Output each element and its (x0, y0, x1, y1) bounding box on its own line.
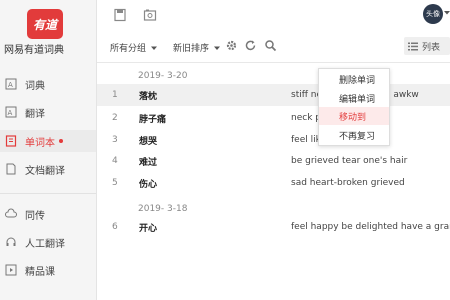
svg-text:A: A (8, 109, 13, 117)
headset-icon (6, 237, 16, 246)
app-logo: 有道 (27, 9, 63, 39)
table-row[interactable]: 4 难过 be grieved tear one's hair (97, 150, 450, 172)
chevron-down-icon (213, 46, 220, 50)
table-row[interactable]: 2 脖子痛 neck p (97, 107, 450, 129)
gear-icon[interactable] (225, 39, 238, 52)
sidebar-item-translate[interactable]: A 翻译 (0, 101, 96, 123)
cloud-icon (5, 208, 17, 218)
sidebar-item-courses[interactable]: 精品课 (0, 259, 96, 281)
group-filter-label: 所有分组 (110, 44, 147, 54)
row-number: 5 (112, 178, 118, 188)
sidebar-item-label: 文档翻译 (25, 165, 65, 177)
sidebar: 有道 网易有道词典 A 词典 A 翻译 单词本 文档翻译 同传 人工翻译 精品课 (0, 0, 97, 300)
view-mode-button[interactable]: 列表 (404, 37, 450, 55)
sidebar-item-label: 单词本 (25, 137, 55, 149)
sidebar-item-document-translate[interactable]: 文档翻译 (0, 158, 96, 180)
sidebar-item-wordbook[interactable]: 单词本 (0, 130, 96, 152)
image-icon[interactable] (143, 8, 157, 22)
sidebar-item-label: 人工翻译 (25, 238, 65, 250)
row-definition: neck p (291, 113, 321, 123)
row-word: 伤心 (139, 179, 158, 190)
row-number: 2 (112, 113, 118, 123)
menu-item-no-review[interactable]: 不再复习 (319, 126, 389, 144)
play-icon (5, 264, 17, 276)
row-word: 难过 (139, 157, 158, 168)
translate-icon: A (5, 106, 17, 118)
table-row[interactable]: 6 开心 feel happy be delighted have a gran (97, 216, 450, 238)
dictionary-icon: A (5, 78, 17, 90)
context-menu: 删除单词 编辑单词 移动到 不再复习 (318, 68, 390, 146)
document-icon (6, 163, 16, 175)
list-icon (408, 42, 418, 50)
sidebar-item-label: 翻译 (25, 108, 45, 120)
unread-dot (59, 139, 63, 143)
sidebar-divider (0, 193, 96, 194)
svg-text:A: A (8, 81, 13, 89)
sort-label: 新旧排序 (173, 44, 210, 54)
row-number: 3 (112, 135, 118, 145)
view-mode-label: 列表 (422, 42, 441, 53)
row-definition: be grieved tear one's hair (291, 156, 408, 166)
chevron-down-icon (150, 46, 157, 50)
sidebar-item-human-translate[interactable]: 人工翻译 (0, 231, 96, 253)
row-number: 4 (112, 156, 118, 166)
menu-item-move-to[interactable]: 移动到 (319, 107, 389, 125)
group-date: 2019- 3-18 (138, 204, 188, 214)
menu-item-delete-word[interactable]: 删除单词 (319, 70, 389, 88)
row-number: 1 (112, 90, 118, 100)
row-word: 想哭 (139, 136, 158, 147)
row-word: 脖子痛 (139, 114, 167, 125)
refresh-icon[interactable] (244, 39, 257, 52)
avatar[interactable]: 头像 (423, 4, 443, 24)
chevron-down-icon[interactable] (444, 10, 450, 16)
row-number: 6 (112, 222, 118, 232)
row-word: 开心 (139, 223, 158, 234)
menu-item-edit-word[interactable]: 编辑单词 (319, 89, 389, 107)
sort-dropdown[interactable]: 新旧排序 (173, 41, 220, 54)
table-row[interactable]: 3 想哭 feel lik (97, 129, 450, 151)
group-filter-dropdown[interactable]: 所有分组 (110, 41, 157, 54)
row-definition: feel lik (291, 135, 321, 145)
row-definition: sad heart-broken grieved (291, 178, 405, 188)
table-row[interactable]: 1 落枕 stiff ne an awkw (97, 84, 450, 106)
sidebar-item-label: 精品课 (25, 266, 55, 278)
sidebar-item-label: 同传 (25, 210, 45, 222)
row-definition: feel happy be delighted have a gran (291, 222, 450, 232)
divider (97, 62, 450, 63)
group-date: 2019- 3-20 (138, 71, 188, 81)
wordbook-icon (5, 135, 17, 147)
table-row[interactable]: 5 伤心 sad heart-broken grieved (97, 172, 450, 194)
app-name: 网易有道词典 (4, 45, 64, 56)
sidebar-item-simultaneous[interactable]: 同传 (0, 203, 96, 225)
search-icon[interactable] (264, 39, 277, 52)
row-word: 落枕 (139, 91, 158, 102)
save-icon[interactable] (113, 8, 127, 22)
sidebar-item-dictionary[interactable]: A 词典 (0, 73, 96, 95)
sidebar-item-label: 词典 (25, 80, 45, 92)
